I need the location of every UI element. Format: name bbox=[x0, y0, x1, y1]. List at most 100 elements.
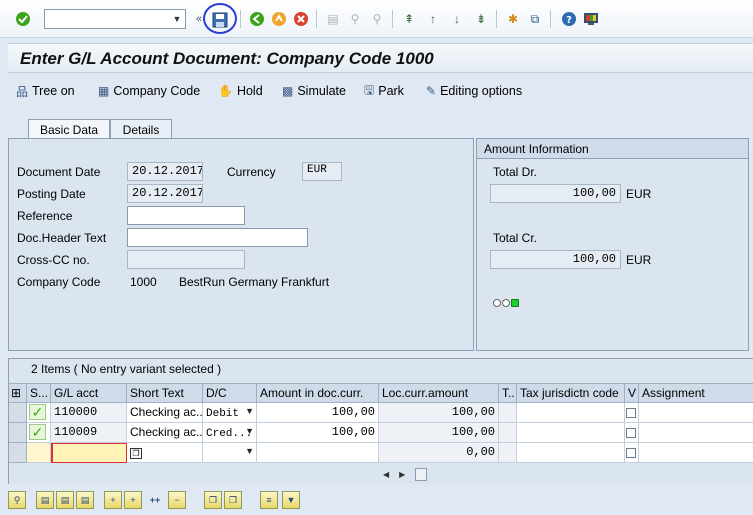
posting-date-field[interactable]: 20.12.2017 bbox=[127, 184, 203, 203]
cancel-icon[interactable] bbox=[292, 10, 310, 28]
cell-dc[interactable]: Cred... ▼ bbox=[203, 423, 257, 443]
col-v[interactable]: V bbox=[625, 384, 639, 403]
cell-dc[interactable]: ▼ bbox=[203, 443, 257, 463]
col-tax-juris[interactable]: Tax jurisdictn code bbox=[517, 384, 625, 403]
col-dc[interactable]: D/C bbox=[203, 384, 257, 403]
chevron-down-icon[interactable]: ▼ bbox=[245, 446, 254, 456]
copy-icon[interactable]: ❐ bbox=[204, 491, 222, 509]
col-assignment[interactable]: Assignment bbox=[639, 384, 753, 403]
cell-tax[interactable] bbox=[499, 443, 517, 463]
table-toolbar: ⚲ ▤ ▤ ▤ + + ++ − ❐ ❐ ≡ ▼ bbox=[0, 486, 753, 515]
delete-row-icon[interactable]: − bbox=[168, 491, 186, 509]
save-icon[interactable] bbox=[211, 11, 229, 29]
scroll-right-icon[interactable]: ▶ bbox=[399, 470, 405, 479]
cell-tax[interactable] bbox=[499, 403, 517, 423]
customize-layout-icon[interactable] bbox=[582, 10, 600, 28]
hold-button[interactable]: ✋ Hold bbox=[218, 82, 263, 100]
table-row[interactable]: ✓ 110009 Checking ac... Cred... ▼ 100,00… bbox=[9, 423, 753, 443]
row-selector[interactable] bbox=[9, 443, 27, 463]
new-session-icon[interactable]: ✱ bbox=[504, 10, 522, 28]
cell-loc-amount[interactable]: 0,00 bbox=[379, 443, 499, 463]
tab-details[interactable]: Details bbox=[110, 119, 172, 139]
scroll-left-icon[interactable]: ◀ bbox=[383, 470, 389, 479]
tree-on-button[interactable]: 品 Tree on bbox=[16, 82, 75, 100]
tab-basic-data[interactable]: Basic Data bbox=[28, 119, 110, 139]
cell-assignment[interactable] bbox=[639, 403, 753, 423]
currency-field[interactable]: EUR bbox=[302, 162, 342, 181]
copy-row-icon[interactable]: + bbox=[124, 491, 142, 509]
cell-loc-amount[interactable]: 100,00 bbox=[379, 423, 499, 443]
col-tax[interactable]: T.. bbox=[499, 384, 517, 403]
table-row[interactable]: ✓ 110000 Checking ac... Debit ▼ 100,00 1… bbox=[9, 403, 753, 423]
insert-row-icon[interactable]: + bbox=[104, 491, 122, 509]
cell-amount-doc[interactable]: 100,00 bbox=[257, 403, 379, 423]
next-page-icon[interactable]: ↓ bbox=[448, 10, 466, 28]
cross-cc-label: Cross-CC no. bbox=[17, 253, 90, 267]
horizontal-scrollbar[interactable]: ◀ ▶ bbox=[383, 467, 443, 481]
cross-cc-field[interactable] bbox=[127, 250, 245, 269]
col-loc-amount[interactable]: Loc.curr.amount bbox=[379, 384, 499, 403]
table-settings-icon[interactable]: ⊞ bbox=[9, 384, 27, 403]
total-credit-field[interactable]: 100,00 bbox=[490, 250, 621, 269]
select-all-icon[interactable]: ▤ bbox=[36, 491, 54, 509]
simulate-button[interactable]: ▩ Simulate bbox=[282, 82, 346, 100]
cell-loc-amount[interactable]: 100,00 bbox=[379, 403, 499, 423]
cell-tax-juris[interactable] bbox=[517, 443, 625, 463]
cell-assignment[interactable] bbox=[639, 423, 753, 443]
print-icon[interactable]: ▤ bbox=[324, 10, 342, 28]
cell-dc[interactable]: Debit ▼ bbox=[203, 403, 257, 423]
help-icon[interactable]: ? bbox=[560, 10, 578, 28]
cell-gl-acct-input[interactable] bbox=[51, 443, 127, 463]
row-selector[interactable] bbox=[9, 403, 27, 423]
details-icon[interactable]: ⚲ bbox=[8, 491, 26, 509]
cell-tax-juris[interactable] bbox=[517, 423, 625, 443]
park-button[interactable]: 🖫 Park bbox=[364, 82, 404, 100]
reference-field[interactable] bbox=[127, 206, 245, 225]
col-amount-doc[interactable]: Amount in doc.curr. bbox=[257, 384, 379, 403]
cell-amount-doc[interactable]: 100,00 bbox=[257, 423, 379, 443]
exit-icon[interactable] bbox=[270, 10, 288, 28]
duplicate-row-icon[interactable]: ++ bbox=[146, 491, 164, 509]
table-row[interactable]: ❐ ▼ 0,00 bbox=[9, 443, 753, 463]
cell-short-text[interactable]: Checking ac... bbox=[127, 423, 203, 443]
filter-icon[interactable]: ▼ bbox=[282, 491, 300, 509]
col-status[interactable]: S... bbox=[27, 384, 51, 403]
cell-gl-acct[interactable]: 110000 bbox=[51, 403, 127, 423]
document-date-field[interactable]: 20.12.2017 bbox=[127, 162, 203, 181]
select-block-icon[interactable]: ▤ bbox=[56, 491, 74, 509]
cell-tax[interactable] bbox=[499, 423, 517, 443]
cell-tax-juris[interactable] bbox=[517, 403, 625, 423]
v-checkbox[interactable] bbox=[626, 428, 636, 438]
total-debit-field[interactable]: 100,00 bbox=[490, 184, 621, 203]
last-page-icon[interactable]: ⇟ bbox=[472, 10, 490, 28]
copy-icon[interactable]: ❐ bbox=[130, 448, 142, 459]
find-icon[interactable]: ⚲ bbox=[346, 10, 364, 28]
first-page-icon[interactable]: ⇞ bbox=[400, 10, 418, 28]
col-short-text[interactable]: Short Text bbox=[127, 384, 203, 403]
company-code-button[interactable]: ▦ Company Code bbox=[98, 82, 200, 100]
shortcut-icon[interactable]: ⧉ bbox=[526, 10, 544, 28]
chevron-down-icon[interactable]: ▼ bbox=[245, 426, 254, 436]
row-selector[interactable] bbox=[9, 423, 27, 443]
command-field[interactable]: ▼ bbox=[44, 9, 186, 29]
deselect-all-icon[interactable]: ▤ bbox=[76, 491, 94, 509]
cell-gl-acct[interactable]: 110009 bbox=[51, 423, 127, 443]
enter-icon[interactable] bbox=[14, 10, 32, 28]
col-gl-acct[interactable]: G/L acct bbox=[51, 384, 127, 403]
cell-assignment[interactable] bbox=[639, 443, 753, 463]
cell-short-text[interactable]: ❐ bbox=[127, 443, 203, 463]
sort-icon[interactable]: ≡ bbox=[260, 491, 278, 509]
chevron-down-icon[interactable]: ▼ bbox=[245, 406, 254, 416]
previous-page-icon[interactable]: ↑ bbox=[424, 10, 442, 28]
editing-options-button[interactable]: ✎ Editing options bbox=[426, 82, 522, 100]
cell-amount-doc[interactable] bbox=[257, 443, 379, 463]
find-next-icon[interactable]: ⚲ bbox=[368, 10, 386, 28]
scroll-thumb[interactable] bbox=[415, 467, 428, 481]
command-dropdown-icon[interactable]: ▼ bbox=[171, 13, 183, 25]
cell-short-text[interactable]: Checking ac... bbox=[127, 403, 203, 423]
v-checkbox[interactable] bbox=[626, 448, 636, 458]
back-icon[interactable] bbox=[248, 10, 266, 28]
doc-header-text-field[interactable] bbox=[127, 228, 308, 247]
v-checkbox[interactable] bbox=[626, 408, 636, 418]
paste-icon[interactable]: ❐ bbox=[224, 491, 242, 509]
